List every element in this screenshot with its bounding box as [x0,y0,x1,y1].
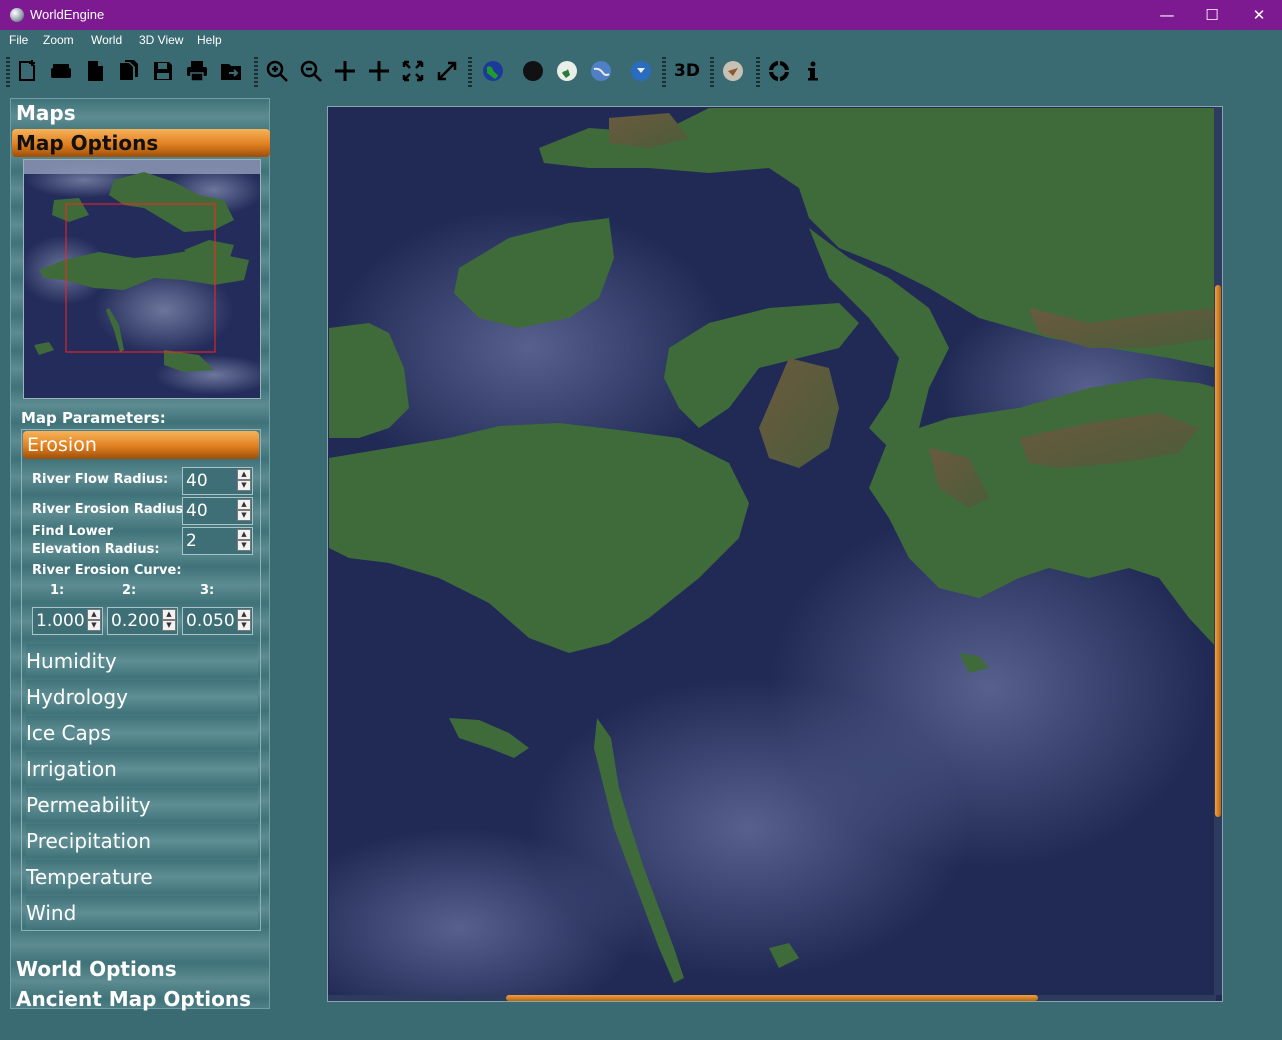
toolbar-grip[interactable] [756,57,760,87]
world-map-image [329,108,1217,996]
zoom-in-icon[interactable] [262,56,292,86]
globe-app-icon [10,8,24,22]
maximize-button[interactable]: ☐ [1189,0,1235,30]
section-ancient-map-options[interactable]: Ancient Map Options [12,985,270,1013]
category-temperature[interactable]: Temperature [26,860,258,894]
export-folder-icon[interactable] [216,56,246,86]
horizontal-scrollbar[interactable] [328,995,1216,1001]
curve-1-label: 1: [50,583,65,598]
find-lower-elevation-radius-label: Find Lower Elevation Radius: [32,524,160,557]
find-lower-elevation-radius-value[interactable]: 2 [186,531,197,551]
section-world-options[interactable]: World Options [12,955,270,983]
category-irrigation[interactable]: Irrigation [26,752,258,786]
spin-down-icon[interactable]: ▼ [237,510,251,521]
window-title: WorldEngine [30,7,105,22]
spin-down-icon[interactable]: ▼ [237,480,251,491]
spin-down-icon[interactable]: ▼ [87,620,101,631]
spin-up-icon[interactable]: ▲ [237,529,251,540]
spin-down-icon[interactable]: ▼ [237,620,251,631]
satellite-globe-icon[interactable] [586,56,616,86]
menu-help[interactable]: Help [197,33,222,47]
menu-world[interactable]: World [91,33,122,47]
find-lower-elevation-radius-spinbox[interactable]: 2 ▲ ▼ [182,527,253,555]
earth-icon[interactable] [552,56,582,86]
curve-3-label: 3: [200,583,215,598]
menu-file[interactable]: File [9,33,28,47]
spin-up-icon[interactable]: ▲ [162,609,176,620]
toolbar-grip[interactable] [710,57,714,87]
section-maps[interactable]: Maps [12,99,270,127]
category-humidity[interactable]: Humidity [26,644,258,678]
spin-up-icon[interactable]: ▲ [237,469,251,480]
pan-icon[interactable] [330,56,360,86]
map-preview-thumbnail[interactable] [23,159,261,399]
spin-up-icon[interactable]: ▲ [87,609,101,620]
spin-down-icon[interactable]: ▼ [162,620,176,631]
print-icon[interactable] [182,56,212,86]
river-flow-radius-spinbox[interactable]: 40 ▲ ▼ [182,467,253,495]
fullscreen-icon[interactable] [432,56,462,86]
help-lifebuoy-icon[interactable] [764,56,794,86]
category-precipitation[interactable]: Precipitation [26,824,258,858]
toolbar-grip[interactable] [468,57,472,87]
river-flow-radius-value[interactable]: 40 [186,471,208,491]
river-erosion-radius-spinbox[interactable]: 40 ▲ ▼ [182,497,253,525]
compass-icon[interactable] [718,56,748,86]
curve-3-value[interactable]: 0.050 [186,611,235,631]
open-drive-icon[interactable] [46,56,76,86]
curve-1-spinbox[interactable]: 1.000 ▲ ▼ [32,607,103,635]
vertical-scrollbar[interactable] [1214,107,1222,995]
curve-2-label: 2: [122,583,137,598]
move-icon[interactable] [364,56,394,86]
river-erosion-curve-label: River Erosion Curve: [32,563,182,578]
menu-bar: File Zoom World 3D View Help [0,30,1282,51]
world-map-canvas[interactable] [329,108,1217,996]
minimize-button[interactable]: — [1144,0,1190,30]
fit-to-window-icon[interactable] [398,56,428,86]
section-erosion[interactable]: Erosion [23,431,259,459]
map-preview-image [24,160,260,398]
curve-3-spinbox[interactable]: 0.050 ▲ ▼ [182,607,253,635]
toolbar: 3D [0,51,1282,91]
toolbar-grip[interactable] [662,57,666,87]
vertical-scrollbar-thumb[interactable] [1215,284,1221,818]
toolbar-grip[interactable] [6,57,10,87]
copy-icon[interactable] [114,56,144,86]
info-icon[interactable] [798,56,828,86]
new-world-icon[interactable] [12,56,42,86]
curve-2-spinbox[interactable]: 0.200 ▲ ▼ [107,607,178,635]
dark-sphere-icon[interactable] [518,56,548,86]
category-hydrology[interactable]: Hydrology [26,680,258,714]
category-ice-caps[interactable]: Ice Caps [26,716,258,750]
document-icon[interactable] [80,56,110,86]
spin-down-icon[interactable]: ▼ [237,540,251,551]
map-parameters-label: Map Parameters: [21,409,166,427]
menu-3d-view[interactable]: 3D View [139,33,183,47]
category-wind[interactable]: Wind [26,896,258,930]
curve-2-value[interactable]: 0.200 [111,611,160,631]
globe-icon[interactable] [478,56,508,86]
spin-up-icon[interactable]: ▲ [237,609,251,620]
spin-up-icon[interactable]: ▲ [237,499,251,510]
river-flow-radius-label: River Flow Radius: [32,472,169,487]
category-permeability[interactable]: Permeability [26,788,258,822]
horizontal-scrollbar-thumb[interactable] [505,995,1039,1001]
map-parameters-box: Erosion River Flow Radius: 40 ▲ ▼ River E… [21,429,261,931]
3d-view-button[interactable]: 3D [672,56,702,86]
river-erosion-radius-value[interactable]: 40 [186,501,208,521]
map-viewport[interactable] [327,106,1223,1002]
river-erosion-radius-label: River Erosion Radius: [32,502,189,517]
section-map-options[interactable]: Map Options [12,129,270,157]
planet-icon[interactable] [626,56,656,86]
zoom-out-icon[interactable] [296,56,326,86]
title-bar: WorldEngine — ☐ ✕ [0,0,1282,30]
menu-zoom[interactable]: Zoom [43,33,74,47]
save-icon[interactable] [148,56,178,86]
close-button[interactable]: ✕ [1236,0,1282,30]
toolbar-grip[interactable] [254,57,258,87]
curve-1-value[interactable]: 1.000 [36,611,85,631]
left-panel: Maps Map Options Map Parameters: Erosion [10,98,270,1011]
